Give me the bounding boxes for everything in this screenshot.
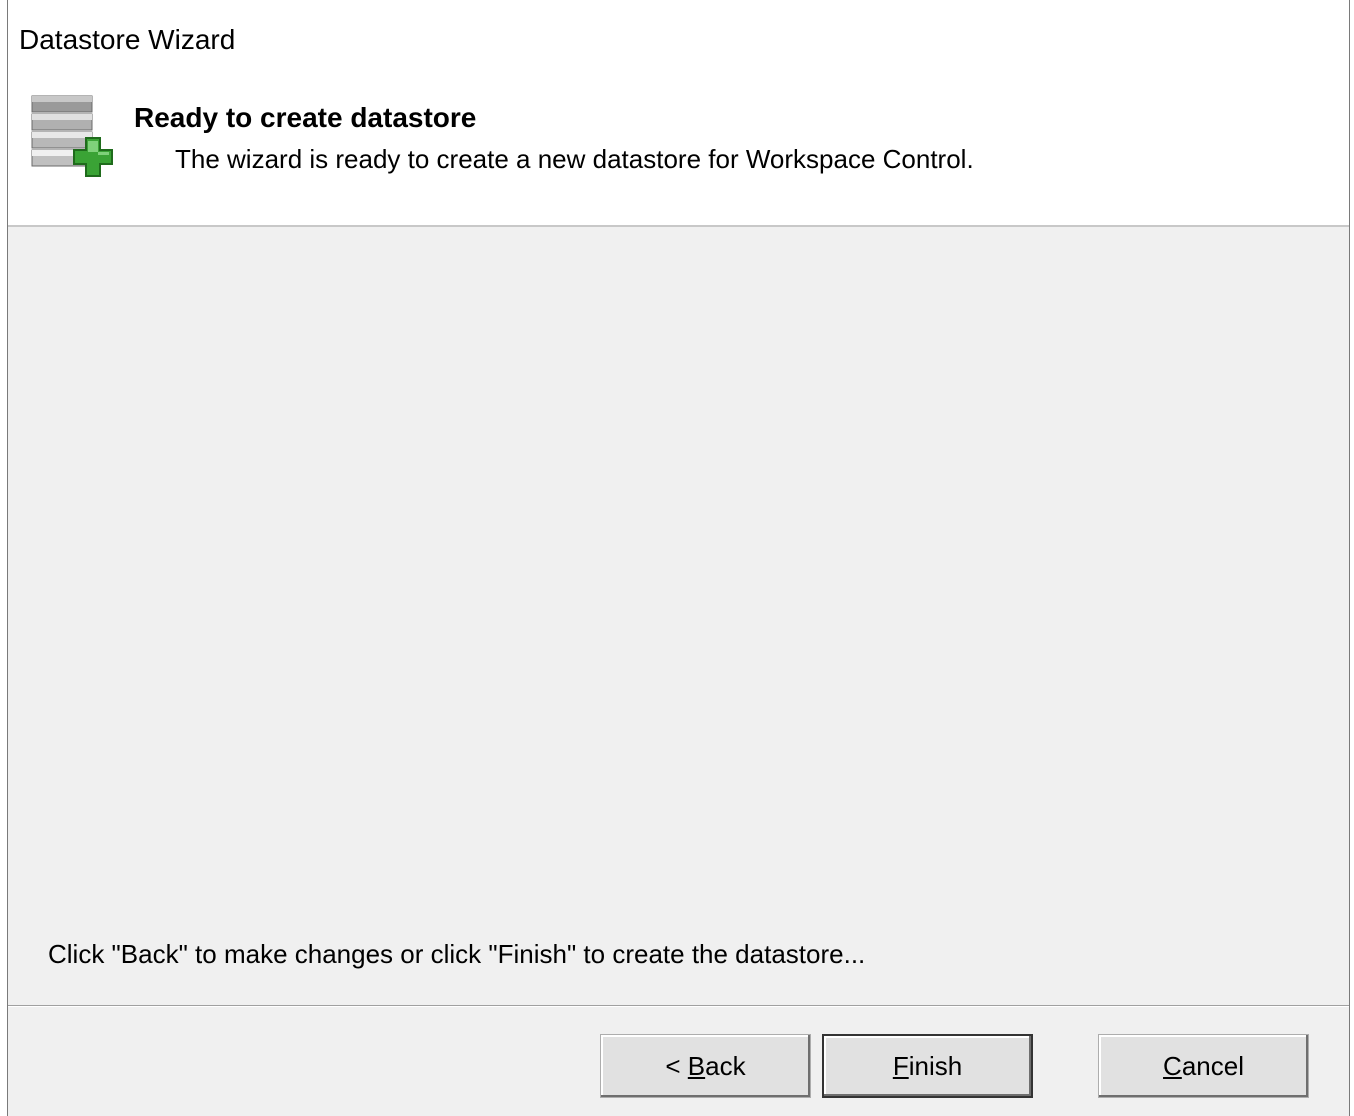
wizard-header: Ready to create datastore The wizard is … [8,76,1349,227]
finish-button[interactable]: Finish [822,1034,1033,1098]
datastore-wizard-window: Datastore Wizard Ready to create datasto… [7,0,1350,1116]
header-subtitle: The wizard is ready to create a new data… [175,144,974,174]
window-title: Datastore Wizard [19,24,236,55]
back-button-rest: ack [705,1050,746,1081]
cancel-button-rest: ancel [1181,1050,1244,1081]
cancel-button[interactable]: Cancel [1098,1034,1309,1098]
wizard-content: Click "Back" to make changes or click "F… [8,227,1349,1006]
button-separator [8,1005,1349,1007]
cancel-button-mnemonic: C [1163,1050,1182,1081]
back-button-mnemonic: B [687,1050,706,1081]
finish-button-rest: inish [908,1050,963,1081]
database-add-icon [31,95,113,177]
title-bar[interactable]: Datastore Wizard [8,0,1349,76]
header-title: Ready to create datastore [134,102,477,133]
instruction-text: Click "Back" to make changes or click "F… [48,939,866,969]
back-button-prefix: < [665,1050,688,1081]
finish-button-mnemonic: F [892,1050,909,1081]
back-button[interactable]: < Back [600,1034,811,1098]
